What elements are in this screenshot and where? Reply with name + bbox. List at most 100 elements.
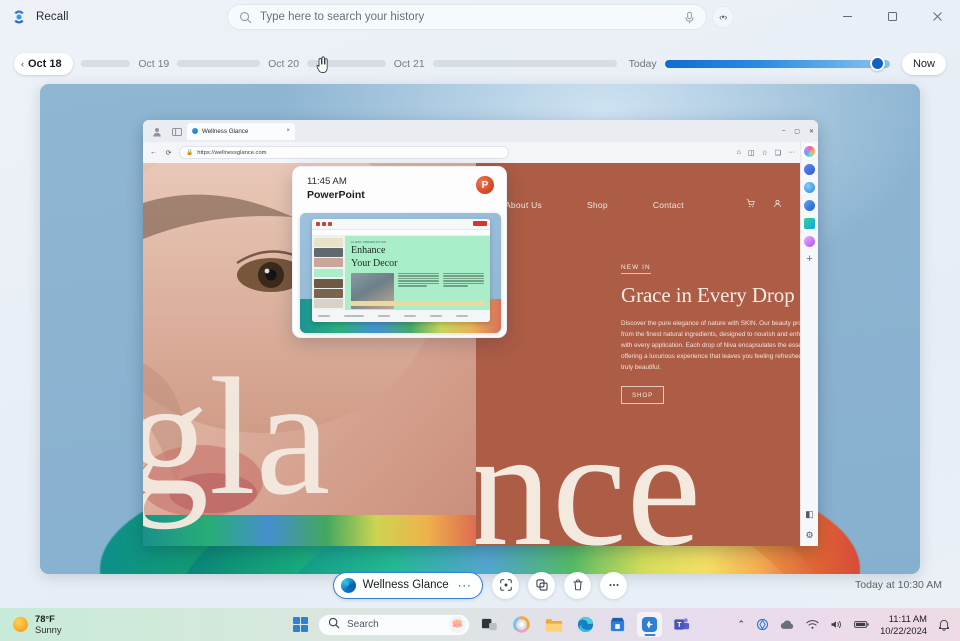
shopping-icon[interactable]: [804, 182, 815, 193]
refresh-icon[interactable]: ⟳: [164, 149, 173, 157]
slide-title-line1: Enhance: [351, 246, 484, 257]
timeline-date-oct21[interactable]: Oct 21: [394, 58, 425, 70]
show-hidden-icons-icon[interactable]: ⌃: [738, 619, 746, 630]
wifi-icon[interactable]: [806, 619, 819, 630]
snapshot-select-button[interactable]: [492, 572, 519, 599]
timeline-segment[interactable]: [81, 60, 131, 67]
slide-thumbnail-panel[interactable]: [312, 236, 345, 310]
site-info-icon[interactable]: 🔒: [186, 150, 193, 156]
copilot-icon[interactable]: [509, 612, 534, 637]
split-screen-icon[interactable]: ◫: [748, 149, 755, 157]
snapshot-app-menu-icon[interactable]: ···: [458, 578, 472, 592]
tab-close-icon[interactable]: ×: [286, 128, 290, 134]
browser-tab[interactable]: Wellness Glance ×: [187, 123, 295, 140]
taskbar-clock[interactable]: 11:11 AM 10/22/2024: [880, 613, 927, 636]
battery-icon[interactable]: [854, 620, 869, 629]
tools-icon[interactable]: [804, 218, 815, 229]
snapshot-app-chip[interactable]: Wellness Glance ···: [333, 572, 484, 599]
click-to-do-button[interactable]: ‹•›: [712, 6, 734, 28]
account-icon[interactable]: [773, 199, 782, 210]
profile-icon[interactable]: [151, 125, 163, 137]
cloud-icon[interactable]: [780, 619, 795, 630]
minimize-button[interactable]: [825, 0, 870, 33]
microsoft-store-icon[interactable]: [605, 612, 630, 637]
onedrive-sync-icon[interactable]: [756, 618, 769, 631]
powerpoint-ribbon: [312, 219, 490, 230]
drop-icon[interactable]: [804, 236, 815, 247]
search-icon: [328, 616, 340, 634]
discover-icon[interactable]: [804, 164, 815, 175]
timeline-today-label: Today: [629, 58, 657, 70]
nav-link-about-us[interactable]: About Us: [505, 200, 542, 210]
split-screen-icon[interactable]: ◧: [805, 509, 814, 520]
preview-time: 11:45 AM: [307, 176, 365, 187]
back-arrow-icon[interactable]: ←: [149, 149, 158, 156]
present-button[interactable]: [473, 221, 487, 226]
powerpoint-preview-card[interactable]: 11:45 AM PowerPoint P: [292, 166, 507, 338]
edge-icon: [341, 578, 356, 593]
settings-more-icon[interactable]: ···: [788, 149, 795, 156]
maximize-button[interactable]: [870, 0, 915, 33]
sidebar-bottom-group: ◧ ⚙: [805, 509, 814, 541]
powerpoint-window-thumb: CLIENT PRESENTATION Enhance Your Decor: [312, 219, 490, 322]
site-navigation: About Us Shop Contact: [476, 199, 818, 210]
svg-text:gla: gla: [143, 344, 330, 530]
now-button[interactable]: Now: [902, 53, 946, 75]
more-options-button[interactable]: [600, 572, 627, 599]
clock-date: 10/22/2024: [880, 625, 927, 636]
snapshot-canvas[interactable]: Wellness Glance × – ▢ ✕ ← ⟳ 🔒 https://we…: [40, 84, 920, 574]
svg-text:T: T: [677, 622, 682, 629]
timeline-date-oct19[interactable]: Oct 19: [138, 58, 169, 70]
copy-button[interactable]: [528, 572, 555, 599]
delete-button[interactable]: [564, 572, 591, 599]
search-input[interactable]: [260, 11, 674, 23]
preview-card-header: 11:45 AM PowerPoint P: [293, 167, 506, 201]
browser-address-bar: ← ⟳ 🔒 https://wellnessglance.com ⌂ ◫ ☆ ❏…: [143, 142, 818, 163]
copilot-icon[interactable]: [804, 146, 815, 157]
microphone-icon[interactable]: [682, 10, 697, 25]
notification-bell-icon[interactable]: [938, 618, 950, 631]
browser-close-button[interactable]: ✕: [809, 128, 814, 135]
shop-cta-button[interactable]: SHOP: [621, 386, 664, 404]
taskbar-search-box[interactable]: Search 🪷: [318, 614, 470, 636]
file-explorer-icon[interactable]: [541, 612, 566, 637]
edge-icon[interactable]: [573, 612, 598, 637]
games-icon[interactable]: [804, 200, 815, 211]
nav-link-shop[interactable]: Shop: [587, 200, 608, 210]
volume-icon[interactable]: [830, 619, 843, 630]
teams-icon[interactable]: T: [669, 612, 694, 637]
slide-footer-bar: [350, 301, 485, 306]
browser-minimize-button[interactable]: –: [782, 128, 785, 134]
shopping-cart-icon[interactable]: [746, 199, 755, 210]
taskbar-weather-widget[interactable]: 78°F Sunny: [0, 614, 160, 636]
recall-icon[interactable]: [637, 612, 662, 637]
timeline-date-oct20[interactable]: Oct 20: [268, 58, 299, 70]
add-favourite-icon[interactable]: ⌂: [737, 149, 741, 156]
timeline-selected-date[interactable]: ‹ Oct 18: [14, 53, 73, 75]
weather-temperature: 78°F: [35, 614, 62, 625]
timeline-segment[interactable]: [307, 60, 386, 67]
close-button[interactable]: [915, 0, 960, 33]
timeline-segment[interactable]: [433, 60, 617, 67]
timeline-slider[interactable]: [665, 60, 890, 68]
search-box[interactable]: [227, 4, 707, 30]
snapshot-action-bar: Wellness Glance ··· Today at 10:30: [0, 568, 960, 602]
timeline-slider-handle[interactable]: [870, 56, 885, 71]
nav-link-contact[interactable]: Contact: [653, 200, 684, 210]
add-sidebar-icon[interactable]: +: [806, 254, 812, 265]
tab-actions-icon[interactable]: [171, 125, 183, 137]
task-view-icon[interactable]: [477, 612, 502, 637]
lotus-icon[interactable]: 🪷: [449, 616, 466, 633]
timeline-segment[interactable]: [177, 60, 260, 67]
windows-start-icon[interactable]: [290, 614, 311, 635]
system-tray: ⌃ 11:11 AM: [738, 613, 950, 636]
preview-app-name: PowerPoint: [307, 189, 365, 201]
browser-maximize-button[interactable]: ▢: [794, 128, 800, 135]
url-input[interactable]: 🔒 https://wellnessglance.com: [179, 146, 509, 159]
favourites-icon[interactable]: ☆: [761, 149, 767, 157]
ribbon-quick-access: [316, 222, 332, 226]
sidebar-settings-icon[interactable]: ⚙: [805, 530, 813, 541]
preview-thumbnail: CLIENT PRESENTATION Enhance Your Decor: [300, 213, 501, 333]
click-to-do-icon: ‹•›: [719, 12, 727, 22]
collections-icon[interactable]: ❏: [775, 149, 781, 157]
